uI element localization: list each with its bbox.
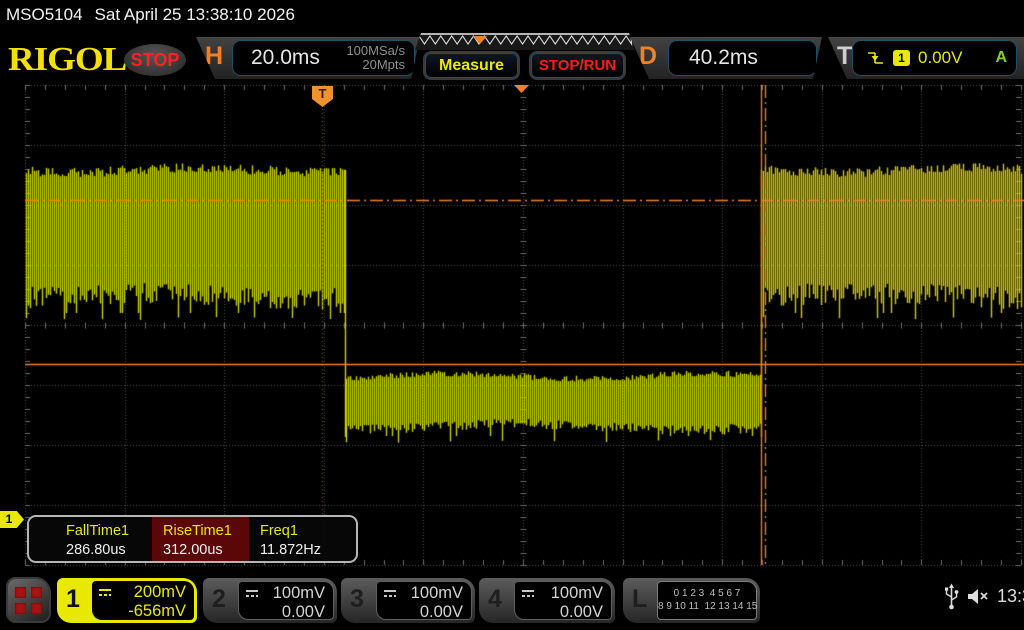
- usb-icon: [944, 583, 959, 610]
- dc-coupling-icon: [383, 589, 397, 598]
- logic-channels-box[interactable]: L 0 1 2 3 4 5 6 7 8 9 10 11 12 13 14 15: [623, 578, 760, 623]
- channel1-offset: -656mV: [128, 602, 186, 621]
- model-label: MSO5104: [6, 5, 83, 24]
- channel2-offset: 0.00V: [282, 603, 325, 622]
- channel4-offset: 0.00V: [560, 603, 603, 622]
- channel2-box[interactable]: 2 100mV 0.00V: [203, 578, 337, 623]
- dc-coupling-icon: [98, 588, 112, 597]
- channel3-offset: 0.00V: [420, 603, 463, 622]
- oscilloscope-screen: MSO5104Sat April 25 13:38:10 2026 RIGOL …: [0, 0, 1024, 630]
- measure-button[interactable]: Measure: [423, 51, 520, 80]
- memory-depth: 20Mpts: [346, 58, 405, 72]
- menu-button[interactable]: [6, 577, 51, 623]
- channel3-number: 3: [350, 585, 364, 614]
- dc-coupling-icon: [521, 589, 535, 598]
- rigol-logo: RIGOL: [8, 40, 126, 80]
- trigger-box[interactable]: T 1 0.00V A: [828, 37, 1024, 79]
- memory-position-strip[interactable]: [415, 33, 635, 50]
- logic-row-8-15: 8 9 10 11 12 13 14 15: [658, 600, 756, 613]
- channel1-scale: 200mV: [134, 583, 186, 602]
- channel1-box[interactable]: 1 200mV -656mV: [57, 578, 197, 623]
- position-triangle-icon: [473, 36, 487, 44]
- measurement-risetime[interactable]: RiseTime1 312.00us: [152, 517, 249, 561]
- datetime-label: Sat April 25 13:38:10 2026: [95, 5, 295, 24]
- measurement-panel[interactable]: FallTime1 286.80us RiseTime1 312.00us Fr…: [27, 515, 358, 563]
- channel4-scale: 100mV: [551, 584, 603, 603]
- channel3-scale: 100mV: [411, 584, 463, 603]
- delay-value: 40.2ms: [669, 46, 758, 70]
- channel1-number: 1: [66, 585, 80, 614]
- trigger-level-value: 0.00V: [918, 48, 962, 68]
- sample-rate: 100MSa/s: [346, 44, 405, 58]
- channel2-number: 2: [212, 585, 226, 614]
- logic-row-0-7: 0 1 2 3 4 5 6 7: [658, 587, 756, 600]
- speaker-muted-icon[interactable]: [967, 588, 991, 606]
- channel2-scale: 100mV: [273, 584, 325, 603]
- channel4-number: 4: [488, 585, 502, 614]
- dc-coupling-icon: [245, 589, 259, 598]
- trigger-mode-auto: A: [995, 49, 1007, 67]
- horizontal-box[interactable]: H 20.0ms 100MSa/s 20Mpts: [196, 37, 420, 79]
- timebase-value: 20.0ms: [233, 46, 320, 70]
- trigger-source-badge: 1: [893, 50, 910, 66]
- menu-grid-icon: [15, 587, 42, 614]
- memory-waveform-zigzag: [419, 36, 632, 44]
- falling-edge-icon: [867, 50, 885, 66]
- channel3-box[interactable]: 3 100mV 0.00V: [341, 578, 475, 623]
- run-state-badge: STOP: [124, 44, 186, 76]
- measurement-freq[interactable]: Freq1 11.872Hz: [249, 517, 346, 561]
- clock: 13:37: [997, 586, 1024, 607]
- status-bar: MSO5104 Sat April 25 13:38:10 2026: [6, 5, 307, 25]
- stop-run-button[interactable]: STOP/RUN: [529, 51, 626, 80]
- channel4-box[interactable]: 4 100mV 0.00V: [479, 578, 615, 623]
- logic-label: L: [632, 585, 647, 614]
- measurement-falltime[interactable]: FallTime1 286.80us: [55, 517, 152, 561]
- delay-box[interactable]: D 40.2ms: [630, 37, 822, 79]
